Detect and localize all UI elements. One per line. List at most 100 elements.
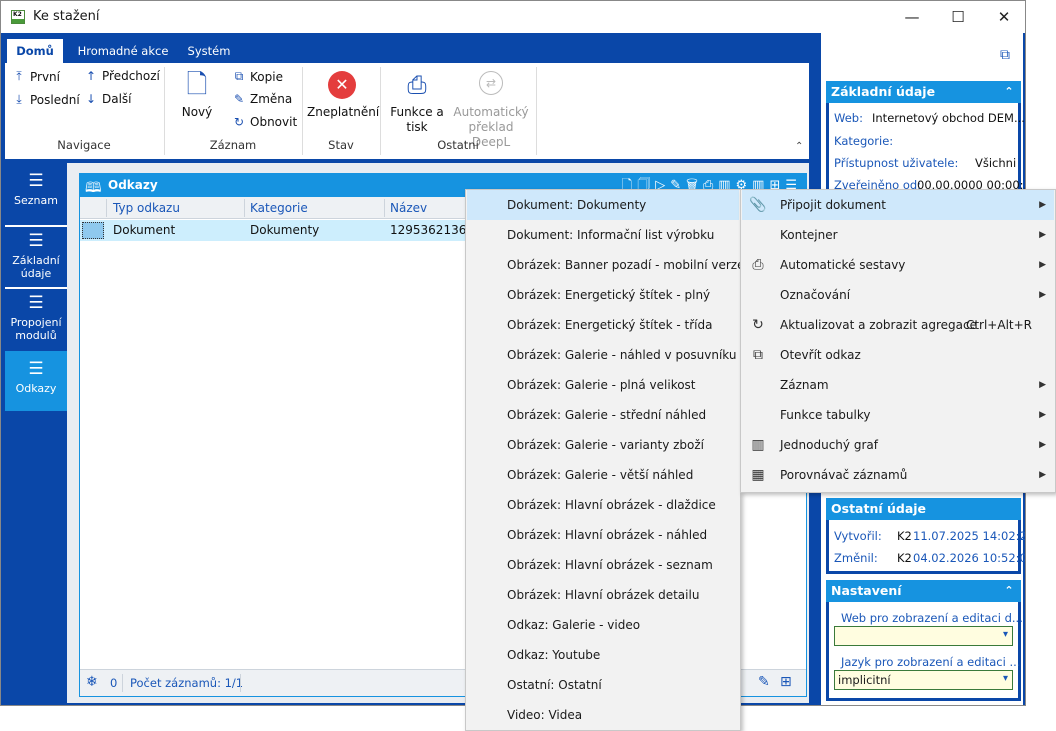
- tab-hromadne-akce[interactable]: Hromadné akce: [71, 39, 175, 63]
- ribbon-collapse-icon[interactable]: ⌃: [795, 141, 803, 152]
- group-separator: [536, 67, 537, 155]
- column-header-typ-odkazu[interactable]: Typ odkazu: [113, 201, 180, 215]
- last-button[interactable]: ⤓ Poslední: [13, 92, 79, 107]
- menu-item-funkce-tabulky[interactable]: Funkce tabulky ▶: [742, 400, 1054, 430]
- nav-item-odkazy[interactable]: ☰ Odkazy: [5, 351, 67, 411]
- menu-item-hlavni-obrazek-seznam[interactable]: Obrázek: Hlavní obrázek - seznam: [467, 550, 739, 580]
- close-button[interactable]: ✕: [981, 1, 1025, 33]
- menu-item-hlavni-obrazek-dlazdice[interactable]: Obrázek: Hlavní obrázek - dlaždice: [467, 490, 739, 520]
- menu-item-galerie-nahled-posuvnik[interactable]: Obrázek: Galerie - náhled v posuvníku: [467, 340, 739, 370]
- submenu-arrow-icon: ▶: [1039, 290, 1046, 300]
- copy-button[interactable]: ⧉ Kopie: [233, 69, 283, 84]
- maximize-button[interactable]: ☐: [935, 1, 981, 33]
- new-button[interactable]: 🗋 Nový: [173, 71, 221, 120]
- web-select[interactable]: ▾: [834, 626, 1013, 646]
- menu-item-dokument-informacni-list[interactable]: Dokument: Informační list výrobku: [467, 220, 739, 250]
- add-record-icon[interactable]: ⊞: [780, 674, 792, 690]
- section-header-nastaveni[interactable]: Nastavení ⌃: [826, 580, 1021, 602]
- menu-item-zaznam[interactable]: Záznam ▶: [742, 370, 1054, 400]
- menu-item-automaticke-sestavy[interactable]: ⎙ Automatické sestavy ▶: [742, 250, 1054, 280]
- group-label-ostatni: Ostatní: [437, 138, 479, 152]
- arrow-up-bar-icon: ⤒: [16, 69, 22, 83]
- label-kategorie: Kategorie:: [834, 134, 894, 148]
- value-vytvoril-date: 11.07.2025 14:02:24: [913, 529, 1026, 543]
- refresh-icon: ↻: [752, 317, 764, 333]
- row-selector[interactable]: [82, 222, 104, 239]
- menu-item-banner-pozadi[interactable]: Obrázek: Banner pozadí - mobilní verze: [467, 250, 744, 280]
- menu-item-kontejner[interactable]: Kontejner ▶: [742, 220, 1054, 250]
- submenu-arrow-icon: ▶: [1039, 260, 1046, 270]
- nav-item-seznam[interactable]: ☰ Seznam: [5, 171, 67, 223]
- submenu-arrow-icon: ▶: [1039, 410, 1046, 420]
- hamburger-icon: ☰: [28, 359, 44, 379]
- menu-item-pripojit-dokument[interactable]: 📎 Připojit dokument ▶: [742, 190, 1054, 220]
- previous-button[interactable]: ↑ Předchozí: [85, 69, 160, 83]
- menu-item-jednoduchy-graf[interactable]: ▥ Jednoduchý graf ▶: [742, 430, 1054, 460]
- refresh-button[interactable]: ↻ Obnovit: [233, 115, 297, 129]
- window-title: Ke stažení: [33, 9, 100, 24]
- tab-domu[interactable]: Domů: [7, 39, 63, 63]
- printer-icon: ⎙: [752, 257, 764, 273]
- menu-item-hlavni-obrazek-detailu[interactable]: Obrázek: Hlavní obrázek detailu: [467, 580, 739, 610]
- dropdown-icon: ▾: [1002, 629, 1008, 640]
- nav-item-zakladni-udaje[interactable]: ☰ Základní údaje: [5, 231, 67, 287]
- column-separator: [244, 199, 245, 217]
- value-web: Internetový obchod DEM...: [872, 111, 1025, 125]
- open-external-icon[interactable]: ⧉: [1000, 47, 1010, 63]
- snowflake-icon[interactable]: ❄: [86, 674, 98, 690]
- menu-item-galerie-plna-velikost[interactable]: Obrázek: Galerie - plná velikost: [467, 370, 739, 400]
- group-label-navigace: Navigace: [57, 138, 111, 152]
- bar-chart-icon: ▥: [751, 437, 765, 453]
- section-header-ostatni-udaje[interactable]: Ostatní údaje: [826, 498, 1021, 520]
- label-web-pro-zobrazeni: Web pro zobrazení a editaci d...: [841, 611, 1023, 625]
- submenu-arrow-icon: ▶: [1039, 440, 1046, 450]
- menu-item-energeticky-stitek-trida[interactable]: Obrázek: Energetický štítek - třída: [467, 310, 739, 340]
- tab-system[interactable]: Systém: [181, 39, 237, 63]
- group-label-stav: Stav: [328, 138, 354, 152]
- dropdown-icon: ▾: [1002, 673, 1008, 684]
- value-vytvoril-user: K2: [897, 529, 912, 543]
- label-vytvoril: Vytvořil:: [834, 529, 882, 543]
- invalidate-button[interactable]: ✕ Zneplatnění: [307, 71, 379, 120]
- nav-item-propojeni-modulu[interactable]: ☰ Propojení modulů: [5, 293, 67, 347]
- menu-item-energeticky-stitek-plny[interactable]: Obrázek: Energetický štítek - plný: [467, 280, 739, 310]
- arrow-down-bar-icon: ⤓: [16, 92, 22, 106]
- value-zmenil-date: 04.02.2026 10:52:06: [913, 551, 1026, 565]
- group-label-zaznam: Záznam: [209, 138, 257, 152]
- next-button[interactable]: ↓ Další: [85, 92, 132, 106]
- menu-item-odkaz-galerie-video[interactable]: Odkaz: Galerie - video: [467, 610, 739, 640]
- section-header-zakladni-udaje[interactable]: Základní údaje ⌃: [826, 81, 1021, 103]
- arrow-down-icon: ↓: [85, 92, 97, 106]
- edit-icon[interactable]: ✎: [758, 674, 770, 690]
- menu-item-dokument-dokumenty[interactable]: Dokument: Dokumenty: [467, 190, 739, 220]
- menu-item-video-videa[interactable]: Video: Videa: [467, 700, 739, 730]
- open-external-icon: ⧉: [753, 347, 763, 363]
- menu-item-hlavni-obrazek-nahled[interactable]: Obrázek: Hlavní obrázek - náhled: [467, 520, 739, 550]
- edit-button[interactable]: ✎ Změna: [233, 92, 292, 106]
- menu-item-aktualizovat-agregace[interactable]: ↻ Aktualizovat a zobrazit agregace Ctrl+Al…: [742, 310, 1054, 340]
- list-icon: ☰: [28, 231, 44, 251]
- menu-item-galerie-vetsi-nahled[interactable]: Obrázek: Galerie - větší náhled: [467, 460, 739, 490]
- menu-item-galerie-varianty[interactable]: Obrázek: Galerie - varianty zboží: [467, 430, 739, 460]
- collapse-section-icon[interactable]: ⌃: [997, 580, 1021, 602]
- nav-separator: [5, 225, 67, 227]
- status-separator: [122, 674, 123, 692]
- column-header-kategorie[interactable]: Kategorie: [250, 201, 308, 215]
- minimize-button[interactable]: —: [889, 1, 935, 33]
- grid-title: Odkazy: [108, 178, 158, 192]
- language-select[interactable]: implicitní ▾: [834, 670, 1013, 690]
- menu-item-odkaz-youtube[interactable]: Odkaz: Youtube: [467, 640, 739, 670]
- menu-item-otevrit-odkaz[interactable]: ⧉ Otevřít odkaz: [742, 340, 1054, 370]
- label-pristupnost: Přístupnost uživatele:: [834, 156, 959, 170]
- column-header-nazev[interactable]: Název: [390, 201, 427, 215]
- menu-item-oznacovani[interactable]: Označování ▶: [742, 280, 1054, 310]
- first-button[interactable]: ⤒ První: [13, 69, 60, 84]
- app-logo-icon: [11, 10, 25, 24]
- menu-item-galerie-stredni-nahled[interactable]: Obrázek: Galerie - střední náhled: [467, 400, 739, 430]
- menu-item-ostatni[interactable]: Ostatní: Ostatní: [467, 670, 739, 700]
- functions-print-button[interactable]: ⎙ Funkce a tisk: [385, 71, 449, 135]
- submenu-arrow-icon: ▶: [1039, 230, 1046, 240]
- menu-item-porovnavac-zaznamu[interactable]: ▦ Porovnávač záznamů ▶: [742, 460, 1054, 490]
- label-zmenil: Změnil:: [834, 551, 878, 565]
- collapse-section-icon[interactable]: ⌃: [997, 81, 1021, 103]
